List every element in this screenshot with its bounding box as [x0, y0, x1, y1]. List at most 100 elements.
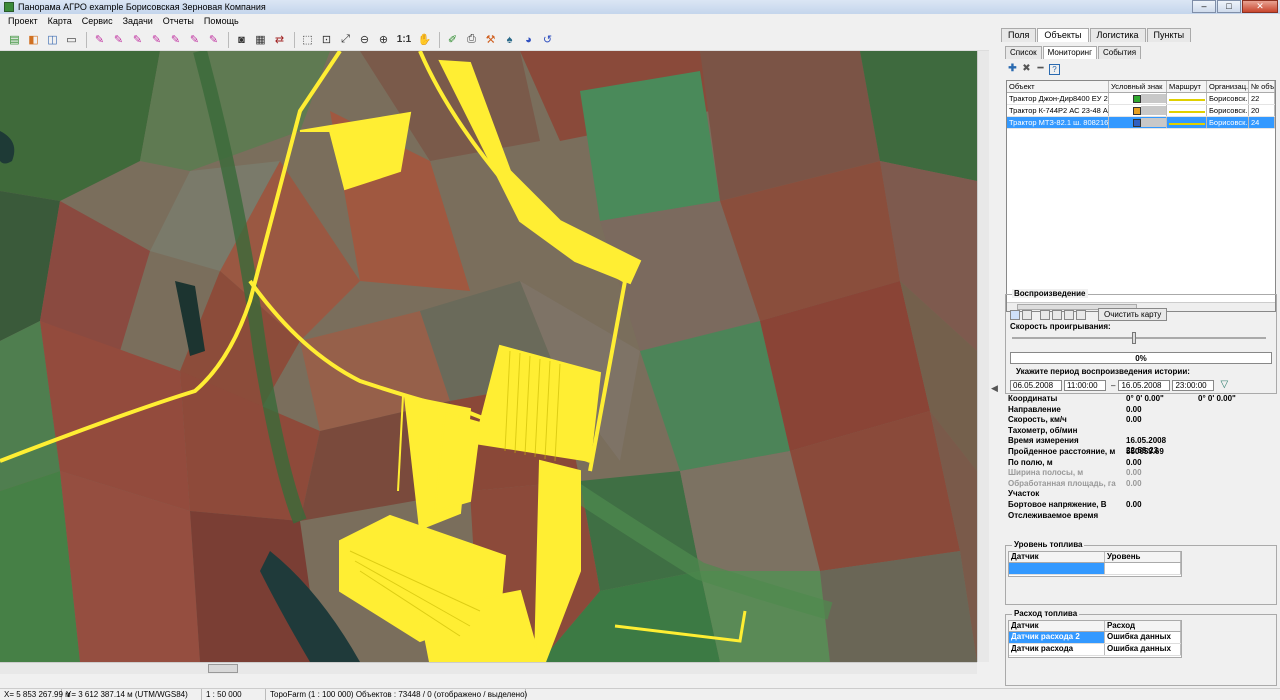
play-icon[interactable]: [1040, 309, 1050, 320]
step-icon[interactable]: [1064, 309, 1074, 320]
column-header[interactable]: Маршрут: [1167, 81, 1207, 92]
from-time-field[interactable]: 11:00:00: [1064, 379, 1106, 391]
column-header[interactable]: № объ: [1249, 81, 1275, 92]
print-icon[interactable]: ⎙: [463, 31, 480, 48]
info-label: Время измерения: [1008, 436, 1079, 446]
to-time-field[interactable]: 23:00:00: [1172, 379, 1215, 391]
delete-icon[interactable]: ✖: [1021, 64, 1032, 75]
route-line-icon: [1169, 99, 1205, 101]
column-header[interactable]: Уровень: [1105, 552, 1181, 562]
measure-icon[interactable]: ⚒: [482, 31, 499, 48]
select-tool-2-icon[interactable]: ✎: [110, 31, 127, 48]
tab-points[interactable]: Пункты: [1146, 28, 1192, 42]
maximize-button[interactable]: □: [1217, 0, 1241, 13]
info-row: Отслеживаемое время: [1008, 511, 1274, 522]
zoom-in-icon[interactable]: ⊕: [375, 31, 392, 48]
menu-reports[interactable]: Отчеты: [158, 16, 199, 26]
subtab-list[interactable]: Список: [1005, 46, 1042, 59]
select-tool-7-icon[interactable]: ✎: [205, 31, 222, 48]
list-icon[interactable]: ▦: [252, 31, 269, 48]
select-tool-5-icon[interactable]: ✎: [167, 31, 184, 48]
table-row[interactable]: [1009, 563, 1181, 575]
table-row[interactable]: Датчик расхода 2 Ошибка данных: [1009, 632, 1181, 644]
menu-map[interactable]: Карта: [43, 16, 77, 26]
map-vertical-scrollbar[interactable]: [977, 51, 989, 662]
app-icon: [4, 2, 14, 12]
map-scroll-thumb[interactable]: [208, 664, 238, 673]
toolbar: ▤ ◧ ◫ ▭ ✎ ✎ ✎ ✎ ✎ ✎ ✎ ◙ ▦ ⇄ ⬚ ⊡ ⤢ ⊖ ⊕ 1:…: [0, 29, 1000, 51]
close-button[interactable]: ✕: [1242, 0, 1278, 13]
route-cell: [1167, 105, 1207, 116]
info-value: [1126, 511, 1198, 522]
info-value: 0.00: [1126, 415, 1142, 425]
minimize-button[interactable]: –: [1192, 0, 1216, 13]
route-icon[interactable]: ⇄: [271, 31, 288, 48]
panel-splitter[interactable]: ◀: [989, 28, 1001, 688]
table-row[interactable]: Датчик расхода Ошибка данных: [1009, 644, 1181, 656]
to-date-field[interactable]: 16.05.2008: [1118, 379, 1171, 391]
column-header[interactable]: Объект: [1007, 81, 1109, 92]
zoom-window-icon[interactable]: ⊡: [318, 31, 335, 48]
tree-icon[interactable]: ♠: [501, 31, 518, 48]
pan-hand-icon[interactable]: ✋: [416, 31, 433, 48]
document-icon[interactable]: ▭: [63, 31, 80, 48]
to-start-icon[interactable]: [1010, 309, 1020, 320]
menu-project[interactable]: Проект: [3, 16, 43, 26]
layers-icon[interactable]: ◧: [25, 31, 42, 48]
route-line-icon: [1169, 111, 1205, 113]
edit-map-icon[interactable]: ✐: [444, 31, 461, 48]
fuel-flow-title: Расход топлива: [1012, 609, 1080, 618]
new-map-icon[interactable]: ▤: [6, 31, 23, 48]
fuel-level-title: Уровень топлива: [1012, 540, 1085, 549]
clear-map-button[interactable]: Очистить карту: [1098, 308, 1168, 321]
status-y-coordinate: Y= 3 612 387.14 м (UTM/WGS84): [62, 689, 202, 700]
collapse-arrow-icon[interactable]: ◀: [991, 383, 998, 394]
select-tool-3-icon[interactable]: ✎: [129, 31, 146, 48]
menu-tasks[interactable]: Задачи: [118, 16, 158, 26]
fuel-level-table: Датчик Уровень: [1008, 551, 1182, 577]
rect-select-icon[interactable]: ⬚: [299, 31, 316, 48]
playback-title: Воспроизведение: [1012, 289, 1088, 298]
map-horizontal-scrollbar[interactable]: [0, 662, 977, 674]
map-view[interactable]: [0, 51, 977, 662]
speed-slider-knob[interactable]: [1132, 332, 1136, 344]
window-title: Панорама АГРО example Борисовская Зернов…: [18, 2, 266, 12]
from-date-field[interactable]: 06.05.2008: [1010, 379, 1062, 391]
table-row[interactable]: Трактор К-744Р2 АС 23-48 АС Борисовск. 2…: [1007, 105, 1275, 117]
help-icon[interactable]: ?: [1049, 64, 1060, 75]
menu-help[interactable]: Помощь: [199, 16, 244, 26]
column-header[interactable]: Датчик: [1009, 621, 1105, 631]
pause-icon[interactable]: [1052, 309, 1062, 320]
scale-one-to-one-button[interactable]: 1:1: [394, 31, 414, 48]
filter-icon[interactable]: ▽: [1220, 379, 1232, 391]
column-header[interactable]: Условный знак: [1109, 81, 1167, 92]
tab-fields[interactable]: Поля: [1001, 28, 1037, 42]
subtab-events[interactable]: События: [1098, 46, 1142, 59]
globe-icon[interactable]: ◕: [520, 31, 537, 48]
column-header[interactable]: Организац.: [1207, 81, 1249, 92]
stop-icon[interactable]: [1022, 309, 1032, 320]
tab-objects[interactable]: Объекты: [1037, 28, 1089, 42]
open-icon[interactable]: ◫: [44, 31, 61, 48]
zoom-extent-icon[interactable]: ⤢: [337, 31, 354, 48]
column-header[interactable]: Датчик: [1009, 552, 1105, 562]
table-row[interactable]: Трактор Джон-Дир8400 ЕУ 2 Борисовск. 22: [1007, 93, 1275, 105]
camera-icon[interactable]: ◙: [233, 31, 250, 48]
select-tool-1-icon[interactable]: ✎: [91, 31, 108, 48]
menu-service[interactable]: Сервис: [77, 16, 118, 26]
remove-icon[interactable]: ━: [1035, 64, 1046, 75]
zoom-out-icon[interactable]: ⊖: [356, 31, 373, 48]
column-header[interactable]: Расход: [1105, 621, 1181, 631]
add-icon[interactable]: ✚: [1007, 64, 1018, 75]
refresh-icon[interactable]: ↺: [539, 31, 556, 48]
speed-slider[interactable]: [1012, 332, 1266, 344]
select-tool-6-icon[interactable]: ✎: [186, 31, 203, 48]
satellite-map[interactable]: [0, 51, 977, 662]
status-x-coordinate: X= 5 853 267.99 м: [0, 689, 71, 700]
subtab-monitoring[interactable]: Мониторинг: [1042, 46, 1097, 59]
window-controls: – □ ✕: [1191, 0, 1278, 13]
table-row-selected[interactable]: Трактор МТЗ-82.1 ш. 808216 Борисовск. 24: [1007, 117, 1275, 129]
select-tool-4-icon[interactable]: ✎: [148, 31, 165, 48]
tab-logistics[interactable]: Логистика: [1089, 28, 1146, 42]
to-end-icon[interactable]: [1076, 309, 1086, 320]
